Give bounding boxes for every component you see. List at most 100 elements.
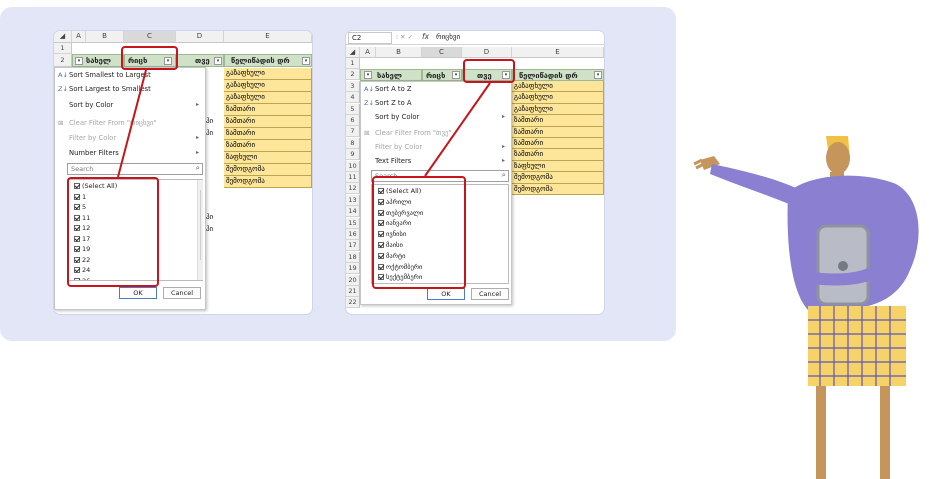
season-cell[interactable]: შემოდგომა	[224, 164, 312, 176]
highlight-values-list	[67, 177, 159, 287]
clear-filter-item: ⊠ Clear Filter From "რიცხვი"	[55, 116, 205, 130]
season-cell[interactable]: ზაფხული	[512, 160, 604, 173]
filter-search-input[interactable]: Search ⌕	[67, 163, 203, 175]
cancel-button[interactable]: Cancel	[471, 288, 509, 300]
col-header-b[interactable]: B	[376, 47, 422, 58]
season-cell[interactable]: გაზაფხული	[512, 81, 604, 93]
season-cell[interactable]: ზამთარი	[512, 115, 604, 127]
season-cell[interactable]: შემოდგომა	[512, 172, 604, 184]
season-cell[interactable]: გაზაფხული	[224, 80, 312, 92]
d-cell-partial: ჰი	[206, 129, 214, 137]
sort-asc-item[interactable]: A↓ Sort A to Z	[361, 82, 511, 96]
filter-dropdown-c[interactable]: ▾	[452, 71, 460, 79]
clear-filter-icon: ⊠	[364, 129, 370, 137]
row-header[interactable]: 5	[346, 103, 360, 115]
sort-desc-item[interactable]: Z↓ Sort Largest to Smallest	[55, 82, 205, 96]
d-cell-partial: ჰი	[206, 117, 214, 125]
header-cell-e[interactable]: წელიწადის დრ	[512, 69, 604, 81]
sort-desc-icon: Z↓	[364, 99, 374, 107]
col-header-c[interactable]: C	[422, 47, 462, 58]
row-header-2[interactable]: 2	[54, 54, 72, 67]
search-icon: ⌕	[195, 163, 200, 172]
filter-color-item: Filter by Color ▸	[55, 131, 205, 145]
sort-asc-item[interactable]: A↓ Sort Smallest to Largest	[55, 68, 205, 82]
season-cell[interactable]: ზამთარი	[224, 140, 312, 152]
row-header[interactable]: 15	[346, 217, 360, 229]
sort-asc-icon: A↓	[364, 85, 374, 93]
season-cell[interactable]: ზამთარი	[224, 104, 312, 116]
number-filters-item[interactable]: Number Filters ▸	[55, 146, 205, 160]
submenu-arrow-icon: ▸	[501, 157, 505, 164]
sort-desc-item[interactable]: Z↓ Sort Z to A	[361, 96, 511, 110]
row-header[interactable]: 3	[346, 80, 360, 92]
header-cell-e[interactable]: წელიწადის დრ	[224, 54, 312, 67]
scrollbar-thumb[interactable]	[200, 190, 201, 260]
submenu-arrow-icon: ▸	[195, 101, 199, 108]
row-header[interactable]: 11	[346, 172, 360, 183]
formula-content[interactable]: რიცხვი	[436, 33, 460, 41]
corner-select-all[interactable]: ◢	[346, 47, 360, 58]
col-header-d[interactable]: D	[462, 47, 512, 58]
sort-color-item[interactable]: Sort by Color ▸	[55, 98, 205, 112]
row-header[interactable]: 20	[346, 274, 360, 286]
col-header-c[interactable]: C	[124, 31, 176, 43]
col-header-d[interactable]: D	[176, 31, 224, 43]
row-header[interactable]: 2	[346, 69, 360, 81]
search-icon: ⌕	[501, 170, 506, 179]
highlight-column-d-header	[463, 59, 515, 83]
row-header[interactable]: 10	[346, 160, 360, 172]
row-header[interactable]: 21	[346, 286, 360, 297]
cancel-button[interactable]: Cancel	[163, 287, 201, 299]
season-cell[interactable]: გაზაფხული	[224, 68, 312, 80]
row-header[interactable]: 14	[346, 206, 360, 218]
row-header[interactable]: 19	[346, 263, 360, 275]
ok-button[interactable]: OK	[119, 287, 157, 299]
row-header[interactable]: 1	[346, 58, 360, 69]
row-header[interactable]: 12	[346, 183, 360, 195]
right-excel-screenshot: C2 ⁝ ✕ ✓ fx რიცხვი ◢ A B C D E სახელ რიც…	[346, 31, 604, 314]
highlight-values-list	[372, 176, 466, 289]
row-header[interactable]: 22	[346, 297, 360, 309]
season-cell[interactable]: ზამთარი	[512, 149, 604, 161]
filter-dropdown-e[interactable]: ▾	[302, 57, 310, 65]
row-header[interactable]: 8	[346, 137, 360, 149]
text-filters-item[interactable]: Text Filters ▸	[361, 154, 511, 168]
season-cell[interactable]: გაზაფხული	[512, 92, 604, 104]
list-scrollbar[interactable]	[197, 180, 203, 280]
row-header[interactable]: 16	[346, 229, 360, 240]
row-header[interactable]: 18	[346, 251, 360, 263]
submenu-arrow-icon: ▸	[501, 113, 505, 120]
season-cell[interactable]: ზამთარი	[224, 116, 312, 128]
sort-color-item[interactable]: Sort by Color ▸	[361, 110, 511, 124]
filter-dropdown-b[interactable]: ▾	[364, 71, 372, 79]
row-header[interactable]: 4	[346, 92, 360, 104]
col-header-e[interactable]: E	[512, 47, 604, 58]
row-header[interactable]: 13	[346, 194, 360, 206]
name-box[interactable]: C2	[348, 32, 392, 44]
filter-dropdown-b[interactable]: ▾	[75, 57, 83, 65]
season-cell[interactable]: ზაფხული	[224, 152, 312, 164]
row-header[interactable]: 9	[346, 149, 360, 161]
row-header[interactable]: 7	[346, 126, 360, 138]
season-cell[interactable]: ზამთარი	[224, 128, 312, 140]
filter-dropdown-d[interactable]: ▾	[214, 57, 222, 65]
season-cell[interactable]: გაზაფხული	[224, 92, 312, 104]
season-cell[interactable]: შემოდგომა	[512, 183, 604, 195]
col-header-a[interactable]: A	[360, 47, 376, 58]
col-header-e[interactable]: E	[224, 31, 312, 43]
ok-button[interactable]: OK	[427, 288, 465, 300]
submenu-arrow-icon: ▸	[195, 134, 199, 141]
filter-dropdown-e[interactable]: ▾	[594, 71, 602, 79]
row-header[interactable]: 17	[346, 240, 360, 252]
d-cell-partial: ჰი	[206, 225, 214, 233]
corner-select-all[interactable]: ◢	[54, 31, 72, 43]
filter-color-item: Filter by Color ▸	[361, 140, 511, 154]
col-header-b[interactable]: B	[86, 31, 124, 43]
col-header-a[interactable]: A	[72, 31, 86, 43]
row-header[interactable]: 6	[346, 115, 360, 126]
row-header-1[interactable]: 1	[54, 43, 72, 54]
season-cell[interactable]: შემოდგომა	[224, 176, 312, 188]
season-cell[interactable]: ზამთარი	[512, 126, 604, 138]
season-cell[interactable]: ზამთარი	[512, 138, 604, 150]
season-cell[interactable]: გაზაფხული	[512, 103, 604, 116]
